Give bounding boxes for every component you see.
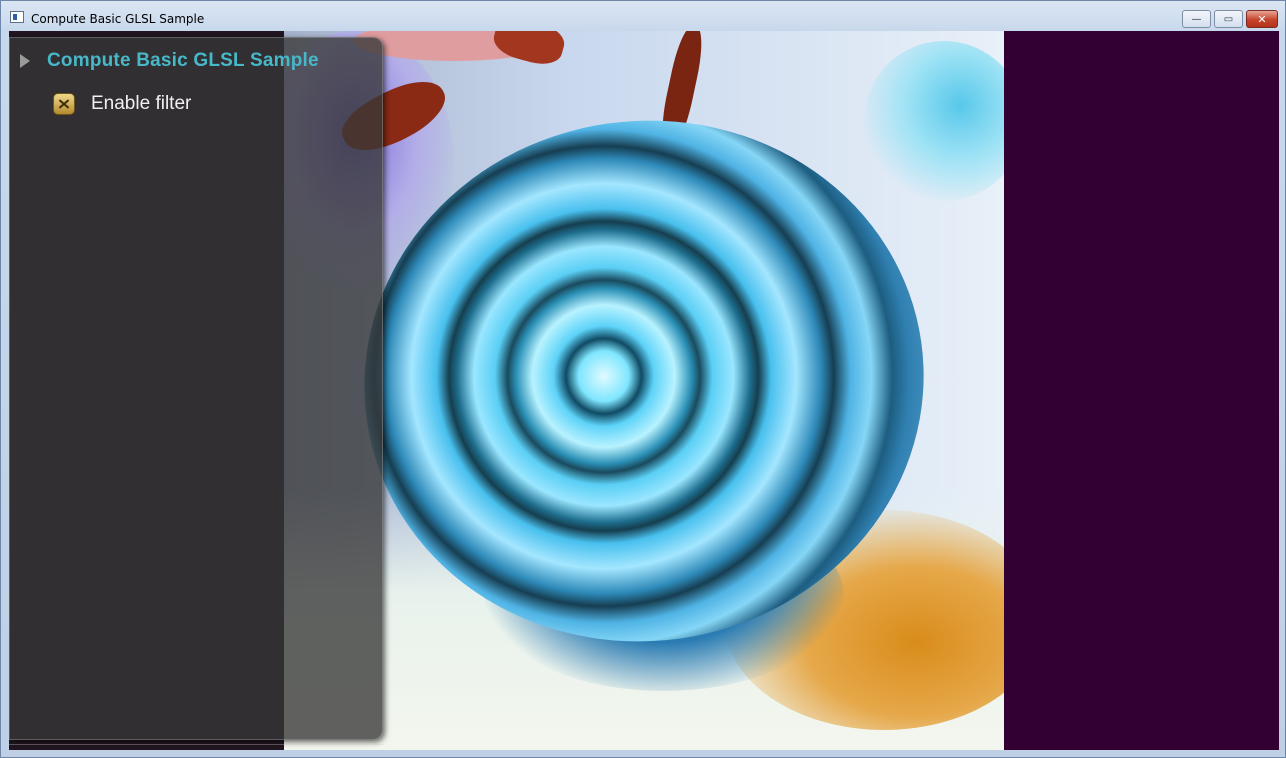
close-button[interactable]: ✕ — [1246, 10, 1278, 28]
window-title: Compute Basic GLSL Sample — [31, 12, 205, 26]
collapse-triangle-icon[interactable] — [20, 54, 30, 68]
menu-header[interactable]: Compute Basic GLSL Sample — [20, 50, 319, 72]
overlay-menu-panel — [9, 37, 383, 740]
enable-filter-label: Enable filter — [91, 93, 192, 114]
app-icon — [10, 11, 24, 23]
app-window: Compute Basic GLSL Sample — ▭ ✕ Compute … — [0, 0, 1286, 758]
maximize-button[interactable]: ▭ — [1214, 10, 1243, 28]
minimize-icon: — — [1191, 13, 1202, 25]
minimize-button[interactable]: — — [1182, 10, 1211, 28]
menu-title: Compute Basic GLSL Sample — [47, 50, 319, 71]
enable-filter-toggle[interactable]: Enable filter — [53, 93, 191, 115]
close-icon: ✕ — [1257, 12, 1267, 26]
maximize-icon: ▭ — [1223, 13, 1234, 25]
checkbox-icon[interactable] — [53, 93, 75, 115]
title-bar[interactable]: Compute Basic GLSL Sample — ▭ ✕ — [1, 1, 1285, 31]
rose-image — [284, 31, 1004, 750]
render-viewport[interactable]: Compute Basic GLSL Sample Enable filter — [9, 31, 1279, 750]
panel-divider — [9, 744, 383, 745]
